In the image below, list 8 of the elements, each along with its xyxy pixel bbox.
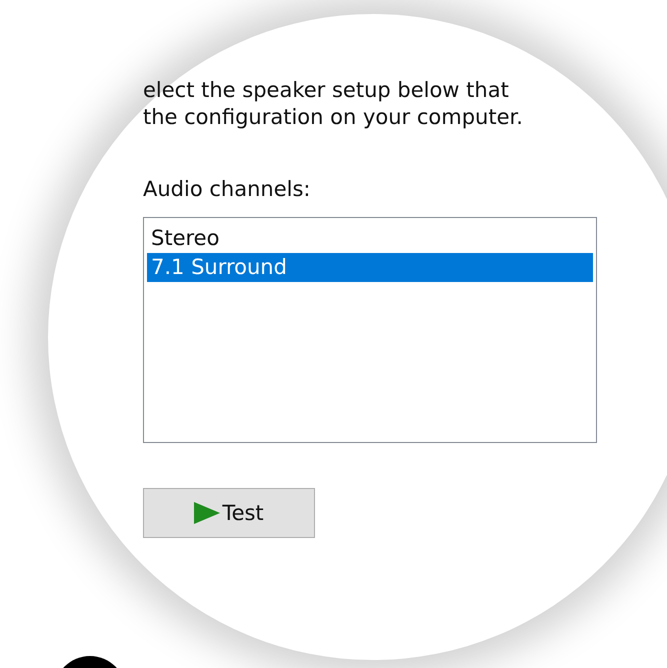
test-button[interactable]: Test — [143, 488, 315, 538]
audio-channels-label: Audio channels: — [143, 177, 312, 201]
list-item[interactable]: 7.1 Surround — [147, 253, 593, 282]
audio-channels-list[interactable]: Stereo 7.1 Surround — [143, 217, 597, 443]
list-item[interactable]: Stereo — [147, 224, 593, 253]
play-icon — [194, 502, 220, 524]
instruction-text: the configuration on your computer. — [143, 104, 524, 131]
instruction-text: elect the speaker setup below that — [143, 77, 510, 104]
